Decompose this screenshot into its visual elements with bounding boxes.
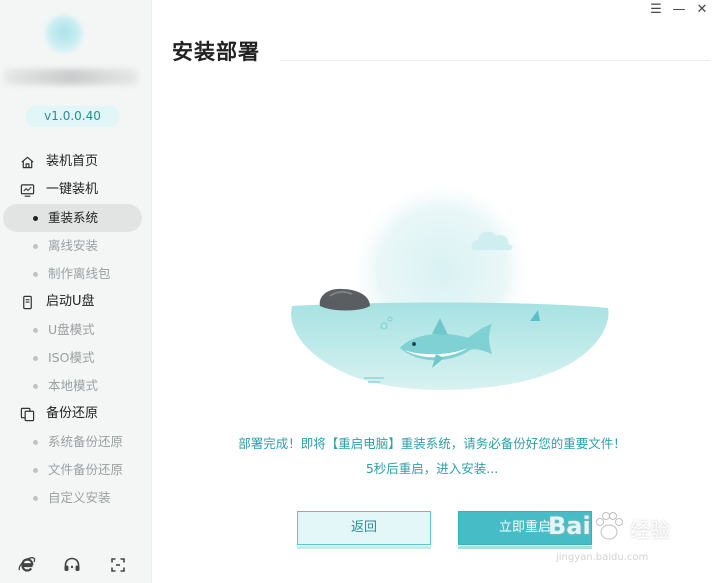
sidebar-subitem-usb-mode[interactable]: U盘模式 — [0, 316, 151, 344]
sidebar-subitem-label: 文件备份还原 — [48, 462, 124, 477]
deploy-complete-message: 部署完成！即将【重启电脑】重装系统，请务必备份好您的重要文件！ — [238, 436, 626, 451]
close-button[interactable]: ✕ — [694, 2, 710, 17]
sidebar-item-home[interactable]: 装机首页 — [0, 148, 151, 176]
sidebar-item-one-click-install[interactable]: 一键装机 — [0, 176, 151, 204]
bullet-dot — [33, 216, 38, 221]
sidebar-subitem-label: 离线安装 — [48, 238, 99, 253]
app-name-blurred — [4, 69, 138, 85]
sidebar-subitem-label: U盘模式 — [48, 322, 95, 337]
sidebar-subitem-label: 本地模式 — [48, 378, 99, 393]
page-title: 安装部署 — [172, 40, 260, 64]
sidebar-subitem-label: 系统备份还原 — [48, 434, 124, 449]
ie-browser-icon[interactable] — [17, 555, 37, 575]
back-button[interactable]: 返回 — [297, 511, 431, 549]
watermark-brand-suffix: 经验 — [630, 518, 670, 542]
bullet-dot — [33, 328, 38, 333]
sidebar-item-label: 装机首页 — [46, 154, 99, 169]
minimize-button[interactable]: — — [671, 2, 687, 17]
sidebar-subitem-file-backup-restore[interactable]: 文件备份还原 — [0, 456, 151, 484]
monitor-icon — [20, 184, 35, 197]
watermark-brand: Bai — [548, 512, 591, 540]
baidu-jingyan-watermark: Bai 经验 jingyan.baidu.com — [548, 508, 688, 572]
bullet-dot — [33, 272, 38, 277]
sidebar-subitem-system-backup-restore[interactable]: 系统备份还原 — [0, 428, 151, 456]
paw-icon — [596, 512, 623, 540]
version-badge: v1.0.0.40 — [25, 106, 120, 127]
menu-button[interactable]: ☰ — [648, 2, 664, 17]
sidebar-item-boot-usb[interactable]: 启动U盘 — [0, 288, 151, 316]
sidebar-item-label: 启动U盘 — [46, 294, 95, 309]
sidebar-item-label: 一键装机 — [46, 182, 99, 197]
sidebar-bottom-toolbar — [0, 555, 151, 577]
bullet-dot — [33, 356, 38, 361]
restart-countdown-message: 5秒后重启，进入安装... — [365, 461, 499, 476]
home-icon — [21, 156, 34, 169]
bullet-dot — [33, 468, 38, 473]
sidebar-item-backup-restore[interactable]: 备份还原 — [0, 400, 151, 428]
sidebar-subitem-offline-install[interactable]: 离线安装 — [0, 232, 151, 260]
shark-illustration — [291, 188, 609, 390]
sidebar-subitem-iso-mode[interactable]: ISO模式 — [0, 344, 151, 372]
headset-support-icon[interactable] — [62, 555, 82, 575]
sidebar-item-label: 备份还原 — [46, 406, 99, 421]
bullet-dot — [33, 384, 38, 389]
sidebar-subitem-reinstall-system[interactable]: 重装系统 — [3, 204, 142, 232]
sidebar-subitem-label: ISO模式 — [48, 350, 95, 365]
sidebar-subitem-make-offline-package[interactable]: 制作离线包 — [0, 260, 151, 288]
bullet-dot — [33, 244, 38, 249]
usb-icon — [23, 295, 32, 310]
sidebar: v1.0.0.40 装机首页 一键装机 重装系统 离线安装 制作离线包 启动U盘… — [0, 0, 152, 583]
sidebar-subitem-label: 制作离线包 — [48, 266, 111, 281]
bullet-dot — [33, 496, 38, 501]
sidebar-subitem-label: 重装系统 — [48, 210, 99, 225]
app-logo — [45, 15, 83, 53]
sidebar-subitem-local-mode[interactable]: 本地模式 — [0, 372, 151, 400]
bullet-dot — [33, 440, 38, 445]
backup-icon — [20, 407, 35, 422]
title-divider — [280, 60, 710, 61]
sidebar-subitem-custom-install[interactable]: 自定义安装 — [0, 484, 151, 512]
sidebar-subitem-label: 自定义安装 — [48, 490, 111, 505]
sidebar-nav: 装机首页 一键装机 重装系统 离线安装 制作离线包 启动U盘 U盘模式 ISO模… — [0, 148, 151, 512]
fullscreen-icon[interactable] — [108, 555, 128, 575]
watermark-url: jingyan.baidu.com — [556, 552, 649, 563]
